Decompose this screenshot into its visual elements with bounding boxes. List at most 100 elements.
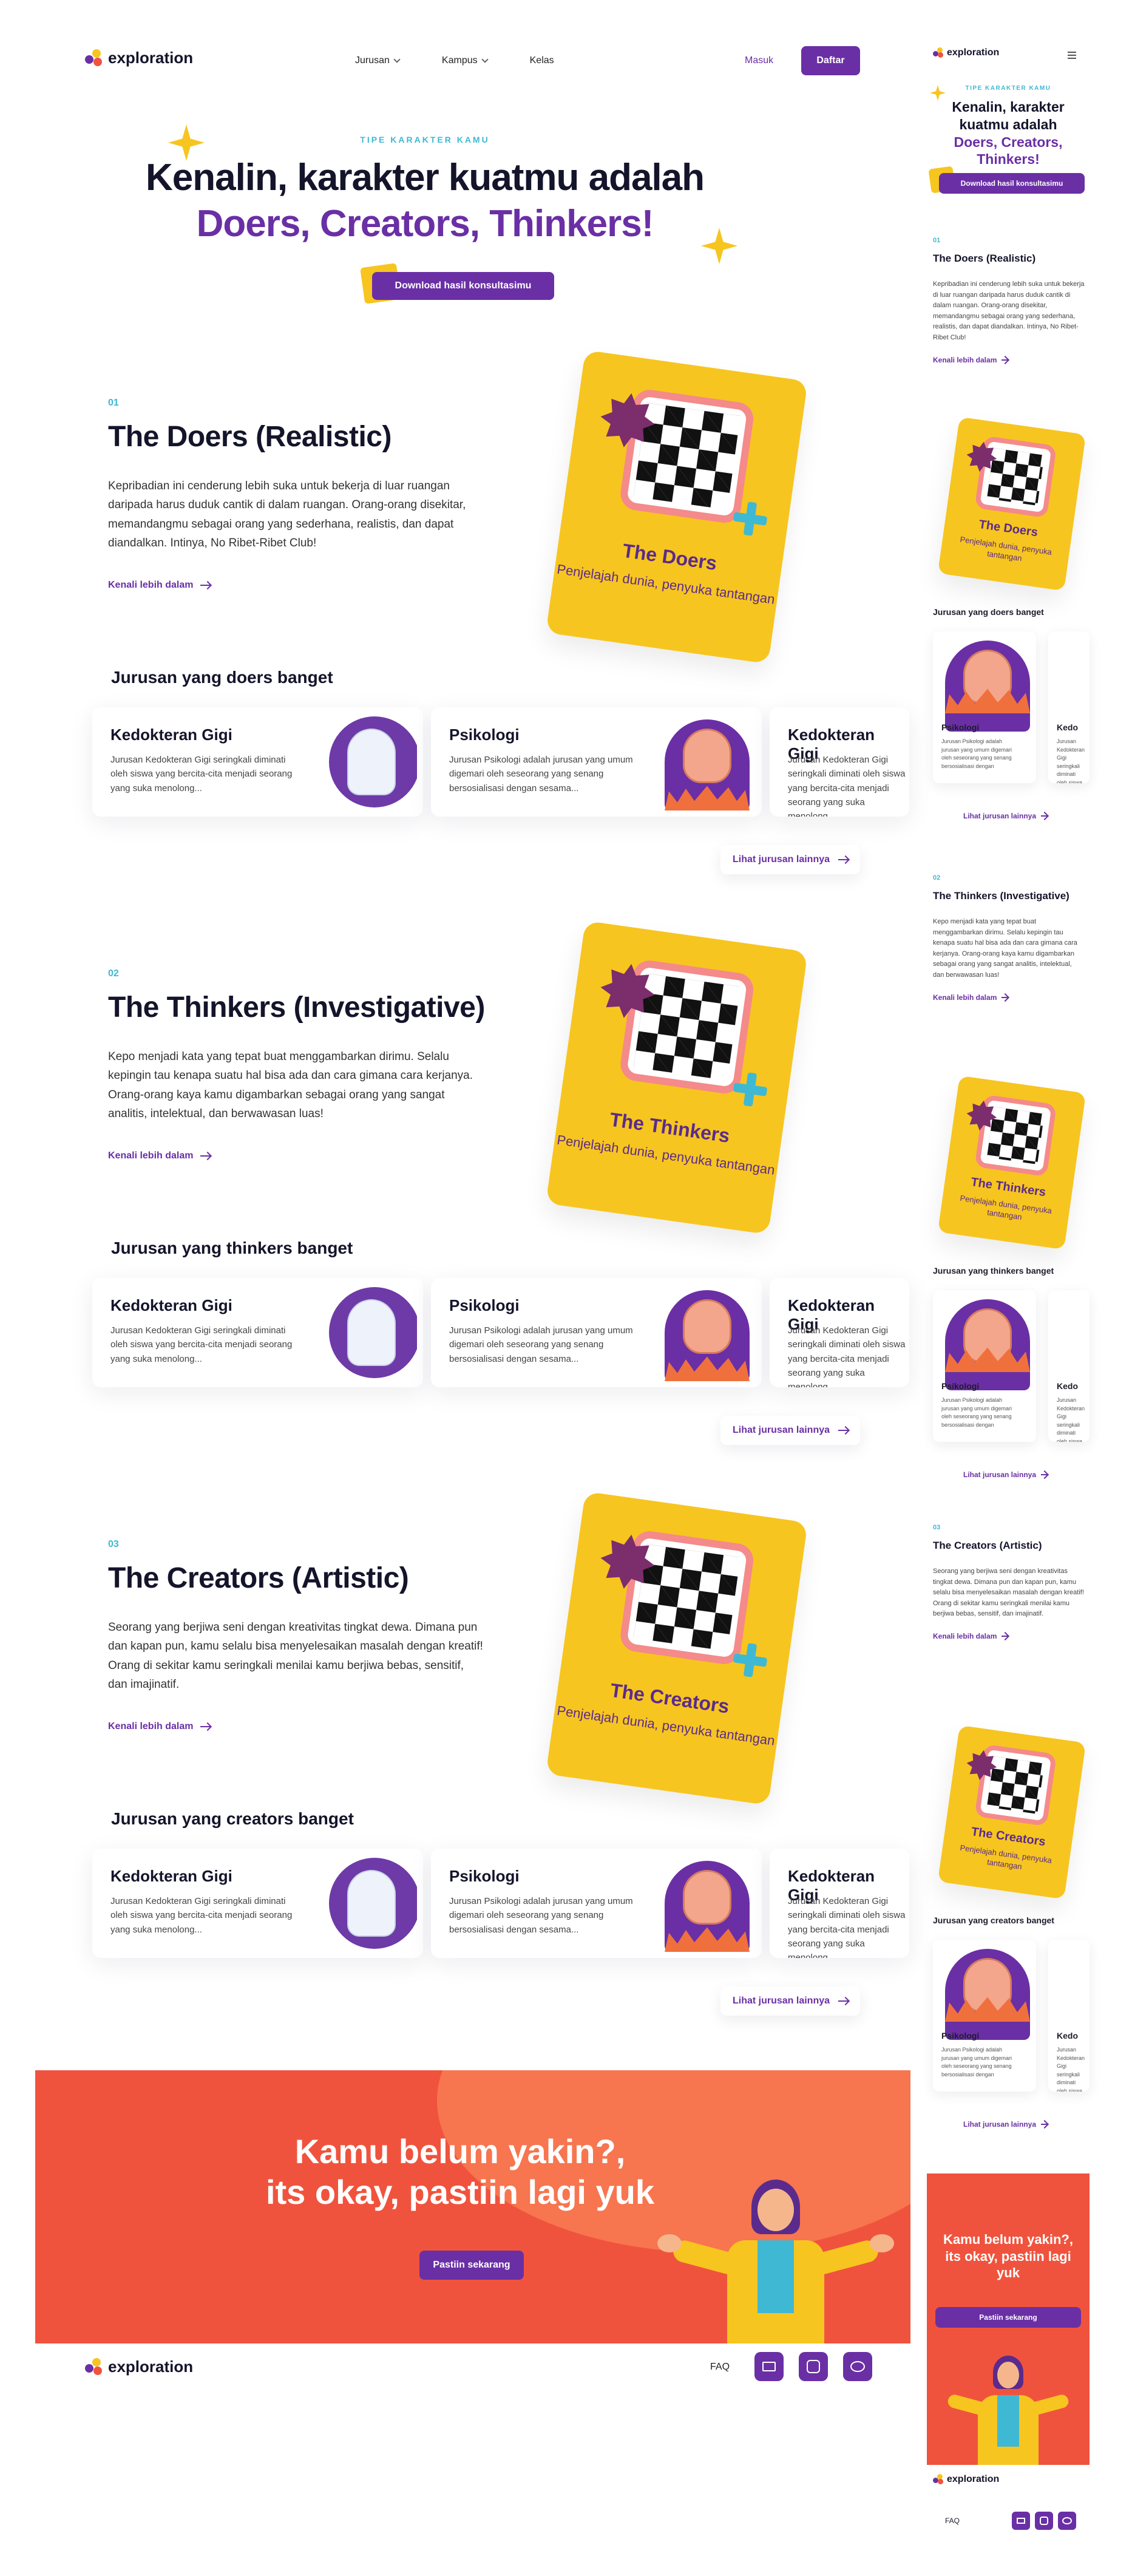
main-nav: Jurusan Kampus Kelas <box>355 55 554 66</box>
learn-more-link[interactable]: Kenali lebih dalam <box>108 580 211 591</box>
see-more-majors-button[interactable]: Lihat jurusan lainnya <box>720 1416 860 1445</box>
mobile-learn-more-link[interactable]: Kenali lebih dalam <box>933 993 1085 1002</box>
mobile-section-creators: 03 The Creators (Artistic) Seorang yang … <box>933 1524 1085 1640</box>
mobile-majors-heading: Jurusan yang doers banget <box>933 607 1044 617</box>
chevron-down-icon <box>481 56 489 63</box>
mobile-see-more-button[interactable]: Lihat jurusan lainnya <box>963 2120 1048 2129</box>
major-card[interactable]: Kedokteran Gigi Jurusan Kedokteran Gigi … <box>770 1849 909 1958</box>
see-more-majors-button[interactable]: Lihat jurusan lainnya <box>720 1986 860 2016</box>
section-number: 01 <box>108 398 119 408</box>
mobile-see-more-button[interactable]: Lihat jurusan lainnya <box>963 1470 1048 1479</box>
tooth-illustration <box>320 713 417 811</box>
section-description: Kepo menjadi kata yang tepat buat mengga… <box>108 1050 473 1121</box>
majors-heading: Jurusan yang creators banget <box>111 1809 354 1828</box>
see-more-majors-button[interactable]: Lihat jurusan lainnya <box>720 845 860 874</box>
major-card[interactable]: Psikologi Jurusan Psikologi adalah jurus… <box>431 1849 762 1958</box>
instagram-icon[interactable] <box>799 2352 828 2381</box>
arrow-right-icon <box>1041 815 1048 817</box>
mobile-major-card[interactable]: Psikologi Jurusan Psikologi adalah jurus… <box>933 1940 1036 2092</box>
mobile-major-card[interactable]: Psikologi Jurusan Psikologi adalah jurus… <box>933 631 1036 783</box>
tooth-illustration <box>320 1284 417 1381</box>
type-card-creators: The Creators Penjelajah dunia, penyuka t… <box>546 1491 808 1806</box>
brain-illustration <box>659 1284 756 1381</box>
logo-icon <box>85 2357 103 2376</box>
arrow-right-icon <box>1002 1635 1008 1637</box>
major-card[interactable]: Kedokteran Gigi Jurusan Kedokteran Gigi … <box>92 707 423 817</box>
mobile-section-doers: 01 The Doers (Realistic) Kepribadian ini… <box>933 237 1085 364</box>
mobile-major-card[interactable]: Kedo Jurusan Kedokteran Gigi seringkali … <box>1048 1290 1090 1442</box>
login-link[interactable]: Masuk <box>745 55 773 66</box>
hero-title: Kenalin, karakter kuatmu adalah Doers, C… <box>145 157 705 245</box>
mobile-learn-more-link[interactable]: Kenali lebih dalam <box>933 1632 1085 1640</box>
cross-decoration <box>731 500 769 537</box>
mobile-view: exploration TIPE KARAKTER KAMU Kenalin, … <box>927 36 1090 2576</box>
section-title: The Thinkers (Investigative) <box>108 991 485 1024</box>
logo-icon <box>85 49 103 67</box>
hero-eyebrow: TIPE KARAKTER KAMU <box>360 135 490 144</box>
mobile-major-card[interactable]: Psikologi Jurusan Psikologi adalah jurus… <box>933 1290 1036 1442</box>
mobile-majors-heading: Jurusan yang creators banget <box>933 1915 1054 1925</box>
arrow-right-icon <box>838 1430 849 1431</box>
download-result-button[interactable]: Download hasil konsultasimu <box>372 272 554 300</box>
mobile-brand-logo[interactable]: exploration <box>933 47 999 58</box>
menu-icon[interactable] <box>1068 52 1076 59</box>
nav-item-kampus[interactable]: Kampus <box>442 55 489 66</box>
line-icon[interactable] <box>843 2352 872 2381</box>
section-description: Seorang yang berjiwa seni dengan kreativ… <box>108 1621 483 1691</box>
nav-item-jurusan[interactable]: Jurusan <box>355 55 401 66</box>
mobile-major-card[interactable]: Kedo Jurusan Kedokteran Gigi seringkali … <box>1048 631 1090 783</box>
mobile-faq-link[interactable]: FAQ <box>945 2517 960 2525</box>
instagram-icon[interactable] <box>1035 2512 1053 2530</box>
mobile-cta-banner: Kamu belum yakin?, its okay, pastiin lag… <box>927 2173 1090 2465</box>
cross-decoration <box>731 1641 769 1679</box>
mobile-majors-heading: Jurusan yang thinkers banget <box>933 1266 1054 1276</box>
mobile-hero-eyebrow: TIPE KARAKTER KAMU <box>965 85 1051 92</box>
mobile-cta-title: Kamu belum yakin?, its okay, pastiin lag… <box>943 2232 1073 2280</box>
footer-logo[interactable]: exploration <box>85 2357 193 2376</box>
faq-link[interactable]: FAQ <box>710 2362 730 2373</box>
arrow-right-icon <box>838 2000 849 2002</box>
line-icon[interactable] <box>1058 2512 1076 2530</box>
major-card[interactable]: Kedokteran Gigi Jurusan Kedokteran Gigi … <box>92 1849 423 1958</box>
mobile-type-card-creators: The Creators Penjelajah dunia, penyuka t… <box>937 1725 1086 1900</box>
major-card[interactable]: Psikologi Jurusan Psikologi adalah jurus… <box>431 1278 762 1387</box>
brand-logo[interactable]: exploration <box>85 49 193 67</box>
mobile-major-card[interactable]: Kedo Jurusan Kedokteran Gigi seringkali … <box>1048 1940 1090 2092</box>
section-number: 02 <box>108 968 119 979</box>
social-links <box>754 2352 872 2381</box>
person-illustration <box>654 2180 897 2343</box>
mobile-social-links <box>1012 2512 1076 2530</box>
mail-icon[interactable] <box>1012 2512 1030 2530</box>
mobile-confirm-now-button[interactable]: Pastiin sekarang <box>935 2307 1081 2328</box>
mobile-footer-logo[interactable]: exploration <box>933 2474 999 2485</box>
type-card-doers: The Doers Penjelajah dunia, penyuka tant… <box>546 350 808 664</box>
majors-heading: Jurusan yang doers banget <box>111 668 333 687</box>
arrow-right-icon <box>1002 996 1008 998</box>
section-number: 03 <box>108 1539 119 1549</box>
mobile-type-card-doers: The Doers Penjelajah dunia, penyuka tant… <box>937 416 1086 591</box>
tooth-illustration <box>320 1855 417 1952</box>
register-button[interactable]: Daftar <box>801 46 860 75</box>
major-card[interactable]: Psikologi Jurusan Psikologi adalah jurus… <box>431 707 762 817</box>
major-card[interactable]: Kedokteran Gigi Jurusan Kedokteran Gigi … <box>92 1278 423 1387</box>
mobile-download-button[interactable]: Download hasil konsultasimu <box>939 173 1085 194</box>
mail-icon[interactable] <box>754 2352 784 2381</box>
confirm-now-button[interactable]: Pastiin sekarang <box>419 2251 524 2280</box>
logo-icon <box>933 47 944 58</box>
mobile-hero-title: Kenalin, karakter kuatmu adalah Doers, C… <box>952 99 1065 168</box>
section-description: Kepribadian ini cenderung lebih suka unt… <box>108 480 466 550</box>
learn-more-link[interactable]: Kenali lebih dalam <box>108 1150 211 1161</box>
major-card[interactable]: Kedokteran Gigi Jurusan Kedokteran Gigi … <box>770 1278 909 1387</box>
major-card[interactable]: Kedokteran Gigi Jurusan Kedokteran Gigi … <box>770 707 909 817</box>
brain-illustration <box>659 1855 756 1952</box>
mobile-see-more-button[interactable]: Lihat jurusan lainnya <box>963 812 1048 820</box>
majors-heading: Jurusan yang thinkers banget <box>111 1239 353 1257</box>
chevron-down-icon <box>393 56 401 63</box>
mobile-section-thinkers: 02 The Thinkers (Investigative) Kepo men… <box>933 874 1085 1002</box>
arrow-right-icon <box>200 1155 211 1157</box>
learn-more-link[interactable]: Kenali lebih dalam <box>108 1721 211 1732</box>
person-illustration <box>941 2356 1075 2465</box>
cta-banner: Kamu belum yakin?, its okay, pastiin lagi… <box>35 2070 910 2343</box>
nav-item-kelas[interactable]: Kelas <box>530 55 554 66</box>
mobile-learn-more-link[interactable]: Kenali lebih dalam <box>933 356 1085 364</box>
